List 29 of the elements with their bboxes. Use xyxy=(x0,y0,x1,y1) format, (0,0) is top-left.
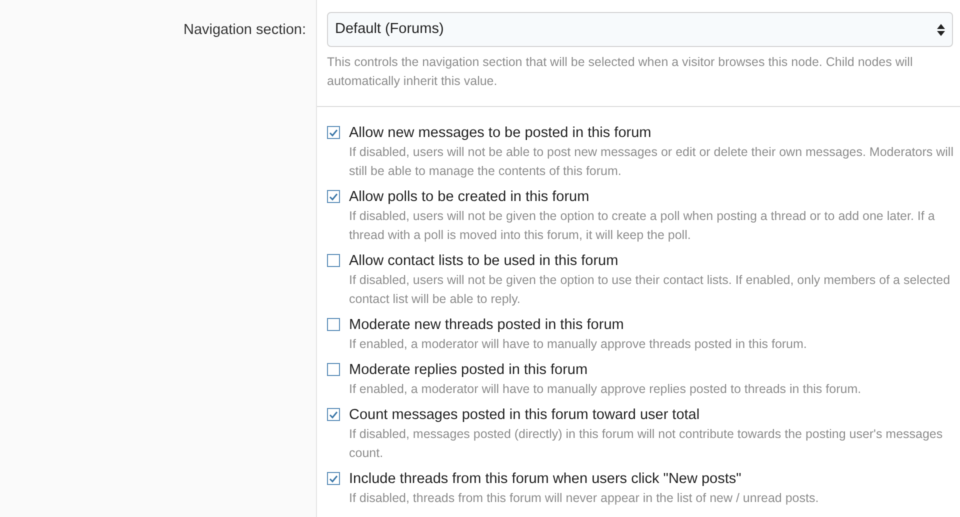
option-hint: If disabled, users will not be given the option to create a poll when posting a thread or to add one later. If a thread with a poll is moved into this forum, it will keep the poll. xyxy=(349,208,936,244)
option-hint: If enabled, a moderator will have to manually approve threads posted in this forum. xyxy=(349,336,807,353)
field-label: Navigation section: xyxy=(183,21,306,40)
option-label[interactable]: Allow contact lists to be used in this forum xyxy=(349,251,954,271)
check-icon xyxy=(329,410,338,418)
checkbox[interactable] xyxy=(327,190,340,203)
option-hint: If disabled, messages posted (directly) in this forum will not contribute towards the posting user's messages count. xyxy=(349,426,944,462)
field-hint: This controls the navigation section that will be selected when a visitor browses this node. Child nodes will automatically inherit this value. xyxy=(327,54,914,90)
check-icon xyxy=(329,128,338,136)
checkbox[interactable] xyxy=(327,254,340,267)
option-label[interactable]: Moderate new threads posted in this forum xyxy=(349,315,807,335)
option-hint: If disabled, users will not be able to post new messages or edit or delete their own messages. Moderators will still be able to manage the contents of this forum. xyxy=(349,144,954,180)
navigation-select[interactable]: Default (Forums) xyxy=(327,12,953,47)
option-label[interactable]: Count messages posted in this forum toward user total xyxy=(349,405,954,425)
option-hint: If enabled, a moderator will have to manually approve replies posted to threads in this forum. xyxy=(349,381,862,398)
option-hint: If disabled, threads from this forum will never appear in the list of new / unread posts. xyxy=(349,490,819,507)
option-label[interactable]: Allow new messages to be posted in this forum xyxy=(349,123,954,143)
checkbox[interactable] xyxy=(327,318,340,331)
option-hint: If disabled, users will not be given the option to use their contact lists. If enabled, only members of a selected contact list will be able to reply. xyxy=(349,272,952,308)
sort-arrows-icon xyxy=(937,24,945,36)
checkbox[interactable] xyxy=(327,408,340,421)
check-icon xyxy=(329,474,338,482)
option-label[interactable]: Moderate replies posted in this forum xyxy=(349,360,862,380)
option-label[interactable]: Include threads from this forum when users click "New posts" xyxy=(349,469,819,489)
checkbox[interactable] xyxy=(327,472,340,485)
check-icon xyxy=(329,192,338,200)
checkbox[interactable] xyxy=(327,126,340,139)
checkbox[interactable] xyxy=(327,363,340,376)
option-label[interactable]: Allow polls to be created in this forum xyxy=(349,187,954,207)
